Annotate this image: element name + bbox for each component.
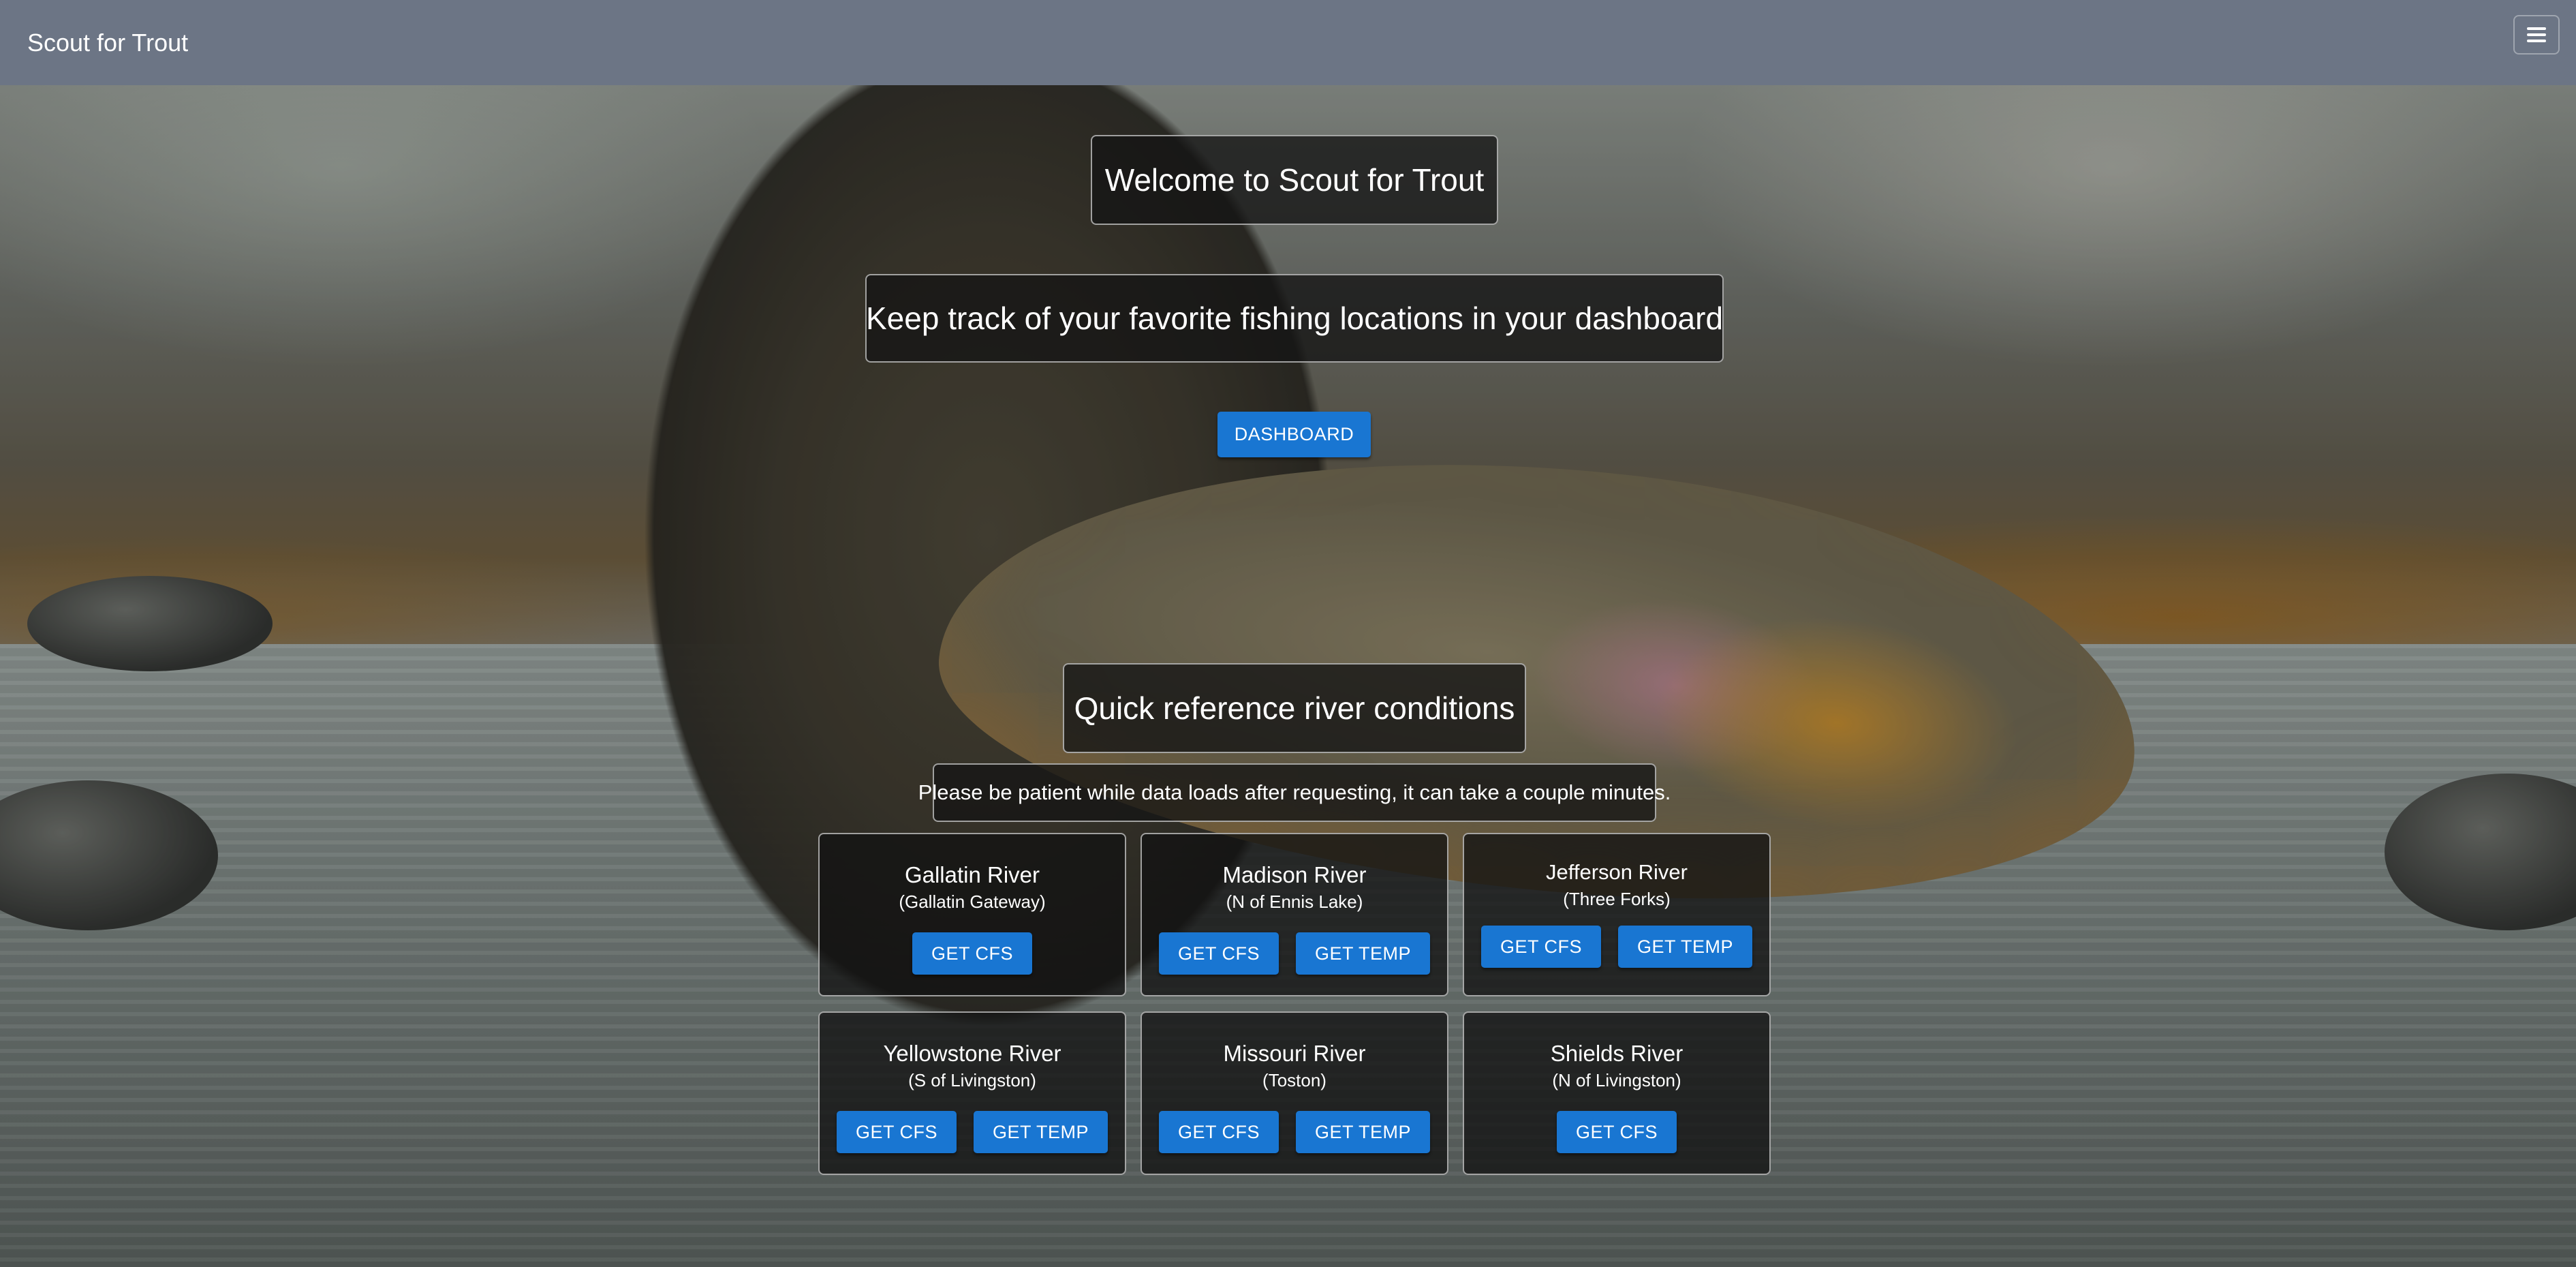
river-actions: GET CFS [1556,1111,1677,1153]
river-location: (N of Ennis Lake) [1226,891,1363,912]
river-actions: GET CFS GET TEMP [1480,926,1753,968]
river-location: (Gallatin Gateway) [899,891,1046,912]
river-location: (S of Livingston) [908,1070,1036,1090]
hamburger-menu-icon [2527,27,2546,42]
river-card-shields: Shields River (N of Livingston) GET CFS [1463,1011,1771,1175]
conditions-heading: Quick reference river conditions [1063,663,1526,753]
river-card-yellowstone: Yellowstone River (S of Livingston) GET … [818,1011,1126,1175]
get-cfs-button[interactable]: GET CFS [836,1111,957,1153]
river-actions: GET CFS [912,932,1033,975]
dashboard-button[interactable]: DASHBOARD [1217,412,1371,457]
get-temp-button[interactable]: GET TEMP [974,1111,1108,1153]
hamburger-bar [2527,27,2546,30]
get-cfs-button[interactable]: GET CFS [1158,1111,1279,1153]
river-name: Madison River [1222,862,1367,887]
hamburger-bar [2527,33,2546,36]
get-temp-button[interactable]: GET TEMP [1618,926,1753,968]
loading-notice: Please be patient while data loads after… [918,763,1671,822]
river-card-missouri: Missouri River (Toston) GET CFS GET TEMP [1140,1011,1448,1175]
river-location: (N of Livingston) [1552,1070,1681,1090]
brand-link[interactable]: Scout for Trout [27,29,188,57]
river-location: (Toston) [1262,1070,1326,1090]
river-actions: GET CFS GET TEMP [1158,1111,1431,1153]
river-name: Yellowstone River [883,1041,1061,1066]
river-name: Gallatin River [904,862,1040,887]
river-actions: GET CFS GET TEMP [836,1111,1108,1153]
get-cfs-button[interactable]: GET CFS [1158,932,1279,975]
river-name: Missouri River [1223,1041,1366,1066]
hamburger-bar [2527,40,2546,42]
river-card-jefferson: Jefferson River (Three Forks) GET CFS GE… [1463,833,1771,996]
river-card-madison: Madison River (N of Ennis Lake) GET CFS … [1140,833,1448,996]
river-name: Jefferson River [1546,860,1688,884]
river-name: Shields River [1550,1041,1683,1066]
get-temp-button[interactable]: GET TEMP [1296,932,1431,975]
river-card-grid: Gallatin River (Gallatin Gateway) GET CF… [818,833,1771,1175]
navbar: Scout for Trout [0,0,2576,85]
dashboard-tagline: Keep track of your favorite fishing loca… [865,274,1724,363]
get-cfs-button[interactable]: GET CFS [1480,926,1601,968]
get-cfs-button[interactable]: GET CFS [912,932,1033,975]
river-card-gallatin: Gallatin River (Gallatin Gateway) GET CF… [818,833,1126,996]
get-temp-button[interactable]: GET TEMP [1296,1111,1431,1153]
get-cfs-button[interactable]: GET CFS [1556,1111,1677,1153]
welcome-heading: Welcome to Scout for Trout [1091,135,1498,225]
river-actions: GET CFS GET TEMP [1158,932,1431,975]
hamburger-menu-button[interactable] [2513,15,2560,55]
river-location: (Three Forks) [1563,889,1671,909]
